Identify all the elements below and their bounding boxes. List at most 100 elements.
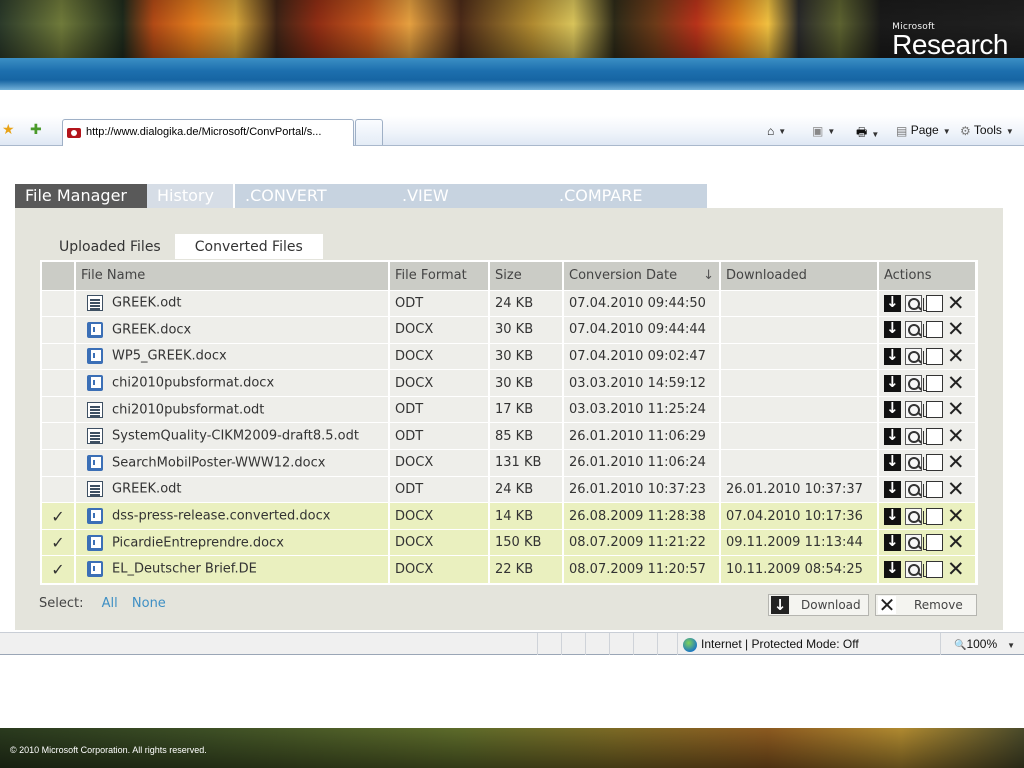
delete-x-icon[interactable]: ✕ bbox=[947, 532, 965, 553]
download-icon[interactable] bbox=[884, 399, 901, 419]
favorites-star-icon[interactable]: ★ bbox=[2, 122, 15, 138]
table-row[interactable]: chi2010pubsformat.odt ODT 17 KB 03.03.2010 … bbox=[42, 395, 977, 423]
table-row[interactable]: ✓ dss-press-release.converted.docx DOCX 14 … bbox=[42, 502, 977, 530]
download-icon[interactable] bbox=[884, 373, 901, 392]
preview-magnifier-icon[interactable] bbox=[905, 294, 922, 312]
table-row[interactable]: GREEK.docx DOCX30 KB07.04.2010 09:44:44 ✕ bbox=[42, 316, 977, 344]
table-row[interactable]: ✓ EL_Deutscher Brief.DE DOCX 22 KB 08.07.200… bbox=[42, 555, 977, 583]
delete-x-icon[interactable]: ✕ bbox=[947, 292, 965, 313]
copy-icon[interactable] bbox=[923, 480, 943, 498]
add-favorites-icon[interactable]: ✚ bbox=[30, 122, 42, 138]
download-icon[interactable] bbox=[884, 532, 901, 552]
file-name-cell[interactable]: PicardieEntreprendre.docx bbox=[75, 528, 390, 556]
preview-magnifier-icon[interactable] bbox=[905, 374, 922, 392]
preview-magnifier-icon[interactable] bbox=[905, 454, 922, 472]
file-name-cell[interactable]: SearchMobilPoster-WWW12.docx bbox=[75, 449, 390, 477]
delete-x-icon[interactable]: ✕ bbox=[947, 319, 965, 340]
copy-icon[interactable] bbox=[923, 294, 943, 312]
copy-icon[interactable] bbox=[923, 321, 943, 339]
copy-icon[interactable] bbox=[923, 427, 943, 445]
preview-magnifier-icon[interactable] bbox=[905, 321, 922, 339]
download-icon[interactable] bbox=[884, 506, 901, 525]
delete-x-icon[interactable]: ✕ bbox=[947, 372, 965, 393]
file-name-cell[interactable]: GREEK.odt bbox=[75, 289, 390, 317]
row-select-cell[interactable]: ✓ bbox=[42, 502, 76, 530]
table-row[interactable]: GREEK.odt ODT 24 KB 26.01.2010 10:37:23 26.0… bbox=[42, 475, 977, 503]
tab-uploaded-files[interactable]: Uploaded Files bbox=[45, 234, 175, 259]
tab-view[interactable]: .VIEW bbox=[392, 184, 549, 208]
security-zone[interactable]: Internet | Protected Mode: Off bbox=[683, 637, 859, 652]
tab-converted-files[interactable]: Converted Files bbox=[174, 234, 323, 259]
download-icon[interactable] bbox=[884, 479, 901, 498]
feeds-button[interactable]: ▣ ▼ bbox=[812, 123, 835, 138]
row-select-cell[interactable] bbox=[42, 449, 76, 477]
preview-magnifier-icon[interactable] bbox=[905, 401, 922, 419]
copy-icon[interactable] bbox=[923, 507, 943, 525]
download-icon[interactable] bbox=[884, 452, 901, 472]
download-icon[interactable] bbox=[884, 426, 901, 445]
row-select-cell[interactable]: ✓ bbox=[42, 555, 76, 583]
tab-convert[interactable]: .CONVERT bbox=[235, 184, 392, 208]
zoom-control[interactable]: 🔍100% ▼ bbox=[954, 637, 1015, 651]
file-name-cell[interactable]: EL_Deutscher Brief.DE bbox=[75, 555, 390, 583]
preview-magnifier-icon[interactable] bbox=[905, 534, 922, 552]
table-row[interactable]: WP5_GREEK.docx DOCX 30 KB 07.04.2010 09:02:… bbox=[42, 342, 977, 370]
file-name-cell[interactable]: chi2010pubsformat.odt bbox=[75, 395, 390, 423]
column-header-conversion-date[interactable]: Conversion Date ↓ bbox=[563, 262, 721, 290]
row-select-cell[interactable] bbox=[42, 369, 76, 397]
delete-x-icon[interactable]: ✕ bbox=[947, 345, 965, 366]
table-row[interactable]: SearchMobilPoster-WWW12.docx DOCX 131 KB 26… bbox=[42, 449, 977, 477]
file-name-cell[interactable]: dss-press-release.converted.docx bbox=[75, 502, 390, 530]
copy-icon[interactable] bbox=[923, 454, 943, 472]
row-select-cell[interactable] bbox=[42, 395, 76, 423]
preview-magnifier-icon[interactable] bbox=[905, 347, 922, 365]
tab-file-manager[interactable]: File Manager bbox=[15, 184, 147, 208]
download-button[interactable]: ↓ Download bbox=[768, 594, 869, 616]
delete-x-icon[interactable]: ✕ bbox=[947, 425, 965, 446]
copy-icon[interactable] bbox=[923, 401, 943, 419]
page-menu[interactable]: ▤ Page ▼ bbox=[896, 123, 951, 138]
row-select-cell[interactable] bbox=[42, 316, 76, 344]
preview-magnifier-icon[interactable] bbox=[905, 427, 922, 445]
download-icon[interactable] bbox=[884, 319, 901, 339]
select-all-link[interactable]: All bbox=[102, 596, 118, 611]
table-row[interactable]: SystemQuality-CIKM2009-draft8.5.odt ODT 85… bbox=[42, 422, 977, 450]
row-select-cell[interactable]: ✓ bbox=[42, 528, 76, 556]
table-row[interactable]: GREEK.odt ODT24 KB07.04.2010 09:44:50 ✕ bbox=[42, 289, 977, 317]
table-row[interactable]: ✓ PicardieEntreprendre.docx DOCX 150 KB 08.0… bbox=[42, 528, 977, 556]
delete-x-icon[interactable]: ✕ bbox=[947, 399, 965, 420]
delete-x-icon[interactable]: ✕ bbox=[947, 505, 965, 526]
copy-icon[interactable] bbox=[923, 560, 943, 578]
download-icon[interactable] bbox=[884, 346, 901, 365]
file-name-cell[interactable]: SystemQuality-CIKM2009-draft8.5.odt bbox=[75, 422, 390, 450]
print-button[interactable]: 🖶 ▼ bbox=[856, 123, 879, 144]
preview-magnifier-icon[interactable] bbox=[905, 480, 922, 498]
file-name-cell[interactable]: GREEK.odt bbox=[75, 475, 390, 503]
column-header-size[interactable]: Size bbox=[489, 262, 564, 290]
tools-menu[interactable]: ⚙ Tools ▼ bbox=[960, 123, 1014, 138]
tab-compare[interactable]: .COMPARE bbox=[549, 184, 707, 208]
file-name-cell[interactable]: chi2010pubsformat.docx bbox=[75, 369, 390, 397]
remove-button[interactable]: ✕ Remove bbox=[875, 594, 977, 616]
browser-tab-active[interactable]: http://www.dialogika.de/Microsoft/ConvPo… bbox=[62, 119, 354, 146]
column-header-downloaded[interactable]: Downloaded bbox=[720, 262, 879, 290]
preview-magnifier-icon[interactable] bbox=[905, 507, 922, 525]
row-select-cell[interactable] bbox=[42, 289, 76, 317]
select-none-link[interactable]: None bbox=[132, 596, 166, 611]
preview-magnifier-icon[interactable] bbox=[905, 560, 922, 578]
home-button[interactable]: ⌂ ▼ bbox=[767, 123, 786, 138]
copy-icon[interactable] bbox=[923, 374, 943, 392]
table-row[interactable]: chi2010pubsformat.docx DOCX 30 KB 03.03.201… bbox=[42, 369, 977, 397]
row-select-cell[interactable] bbox=[42, 422, 76, 450]
column-header-file-format[interactable]: File Format bbox=[389, 262, 490, 290]
column-header-file-name[interactable]: File Name bbox=[75, 262, 390, 290]
copy-icon[interactable] bbox=[923, 534, 943, 552]
download-icon[interactable] bbox=[884, 559, 901, 578]
delete-x-icon[interactable]: ✕ bbox=[947, 452, 965, 473]
row-select-cell[interactable] bbox=[42, 475, 76, 503]
row-select-cell[interactable] bbox=[42, 342, 76, 370]
copy-icon[interactable] bbox=[923, 347, 943, 365]
delete-x-icon[interactable]: ✕ bbox=[947, 478, 965, 499]
download-icon[interactable] bbox=[884, 293, 901, 312]
tab-history[interactable]: History bbox=[147, 184, 233, 208]
